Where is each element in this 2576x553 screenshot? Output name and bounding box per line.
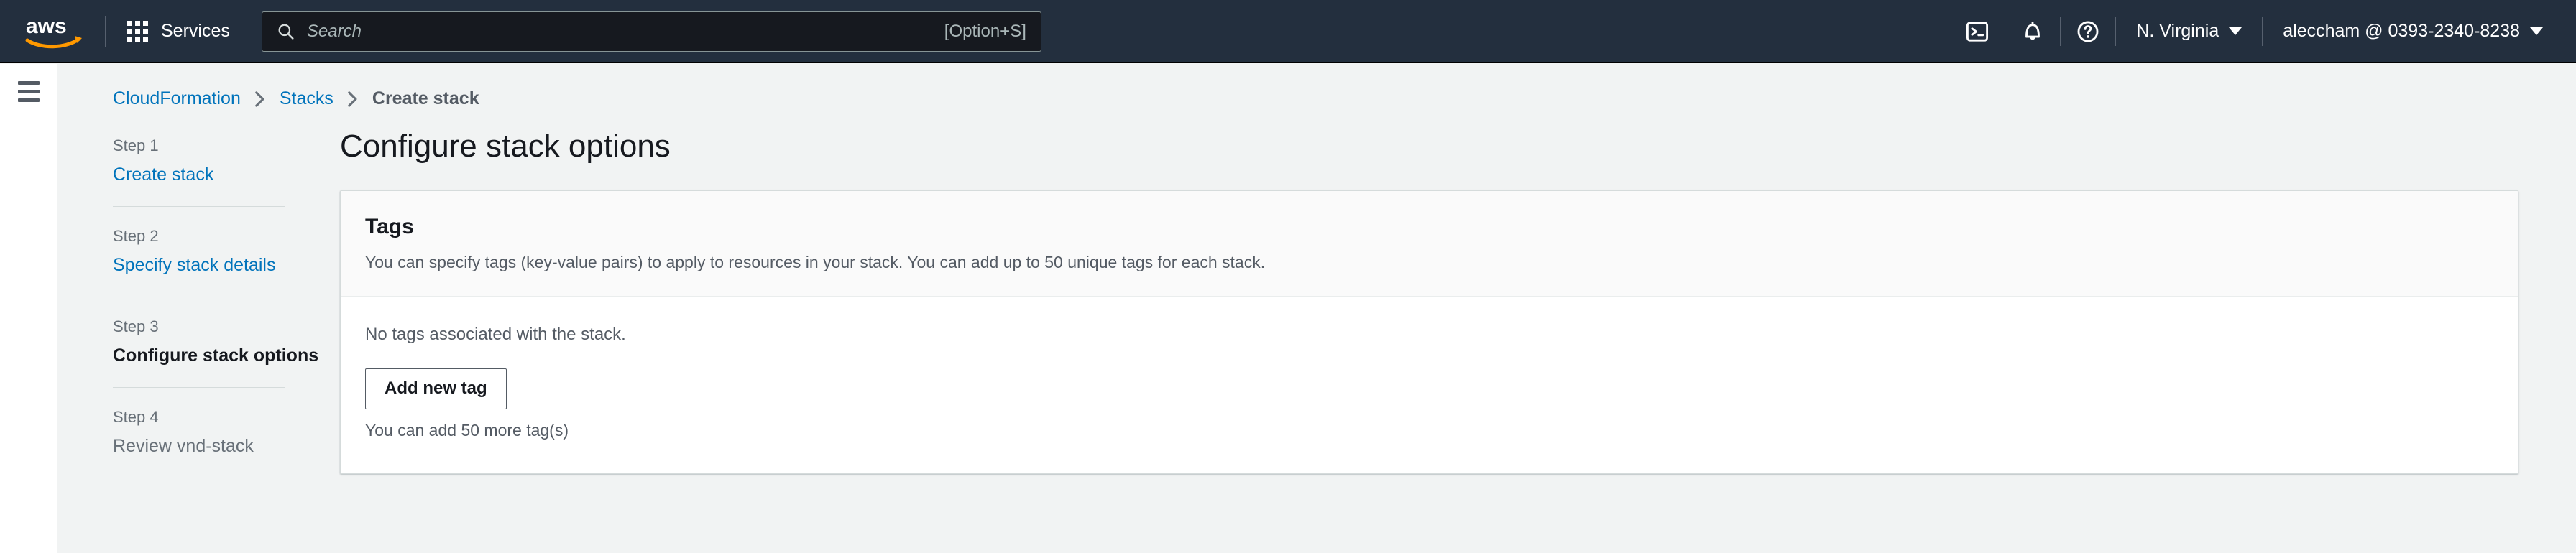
step-divider <box>113 206 285 207</box>
cloudshell-icon[interactable] <box>1950 0 2005 62</box>
breadcrumb-separator-icon <box>241 90 280 108</box>
content-columns: Step 1 Create stack Step 2 Specify stack… <box>58 128 2576 474</box>
step-number-label: Step 3 <box>113 317 159 335</box>
chevron-down-icon <box>2229 27 2242 35</box>
hamburger-menu-icon[interactable] <box>17 81 40 102</box>
wizard-step-link-specify-stack-details[interactable]: Specify stack details <box>113 253 285 278</box>
tags-empty-message: No tags associated with the stack. <box>365 325 626 345</box>
services-label: Services <box>161 21 230 41</box>
breadcrumb-item-cloudformation[interactable]: CloudFormation <box>113 88 241 109</box>
step-number-label: Step 4 <box>113 408 159 426</box>
grid-apps-icon <box>127 21 148 42</box>
notifications-bell-icon[interactable] <box>2005 0 2060 62</box>
step-number-label: Step 1 <box>113 136 159 154</box>
tags-card-description: You can specify tags (key-value pairs) t… <box>365 252 1266 271</box>
left-rail <box>0 64 58 553</box>
tags-card-title: Tags <box>365 214 414 238</box>
region-label: N. Virginia <box>2136 21 2220 41</box>
search-shortcut-hint: [Option+S] <box>944 21 1026 41</box>
wizard-step-review: Review vnd-stack <box>113 436 254 456</box>
svg-text:aws: aws <box>26 14 67 38</box>
panel-column: Configure stack options Tags You can spe… <box>340 128 2518 474</box>
top-nav-right-group: N. Virginia aleccham @ 0393-2340-8238 <box>1950 0 2576 62</box>
wizard-step-4: Step 4 Review vnd-stack <box>113 405 285 459</box>
breadcrumb: CloudFormation Stacks Create stack <box>58 64 2576 109</box>
breadcrumb-item-create-stack: Create stack <box>372 88 479 108</box>
global-search-box[interactable]: [Option+S] <box>261 11 1041 52</box>
tags-card-body: No tags associated with the stack. Add n… <box>341 297 2518 473</box>
wizard-step-3: Step 3 Configure stack options <box>113 315 319 368</box>
breadcrumb-separator-icon <box>334 90 372 108</box>
main-content-area: CloudFormation Stacks Create stack Step … <box>58 64 2576 553</box>
services-menu-button[interactable]: Services <box>106 0 252 62</box>
top-navigation-bar: aws Services [Option+S] <box>0 0 2576 63</box>
breadcrumb-item-stacks[interactable]: Stacks <box>280 88 334 109</box>
wizard-step-link-create-stack[interactable]: Create stack <box>113 162 285 187</box>
tags-card: Tags You can specify tags (key-value pai… <box>340 190 2518 474</box>
chevron-down-icon <box>2530 27 2543 35</box>
page-title: Configure stack options <box>340 129 671 164</box>
wizard-step-navigation: Step 1 Create stack Step 2 Specify stack… <box>113 128 319 459</box>
add-new-tag-button[interactable]: Add new tag <box>365 368 507 409</box>
step-divider <box>113 387 285 388</box>
step-number-label: Step 2 <box>113 227 159 245</box>
account-label: aleccham @ 0393-2340-8238 <box>2283 21 2520 41</box>
search-input[interactable] <box>306 21 937 42</box>
wizard-step-current-configure-stack-options: Configure stack options <box>113 345 319 366</box>
tags-remaining-hint: You can add 50 more tag(s) <box>365 420 569 440</box>
region-selector[interactable]: N. Virginia <box>2116 0 2262 62</box>
account-menu[interactable]: aleccham @ 0393-2340-8238 <box>2263 0 2563 62</box>
aws-logo-icon[interactable]: aws <box>24 11 85 52</box>
wizard-step-1: Step 1 Create stack <box>113 134 285 187</box>
help-question-icon[interactable] <box>2061 0 2115 62</box>
wizard-step-2: Step 2 Specify stack details <box>113 224 285 278</box>
tags-card-header: Tags You can specify tags (key-value pai… <box>341 190 2518 297</box>
top-nav-left-group: aws Services [Option+S] <box>0 0 1041 62</box>
search-icon <box>277 22 295 41</box>
